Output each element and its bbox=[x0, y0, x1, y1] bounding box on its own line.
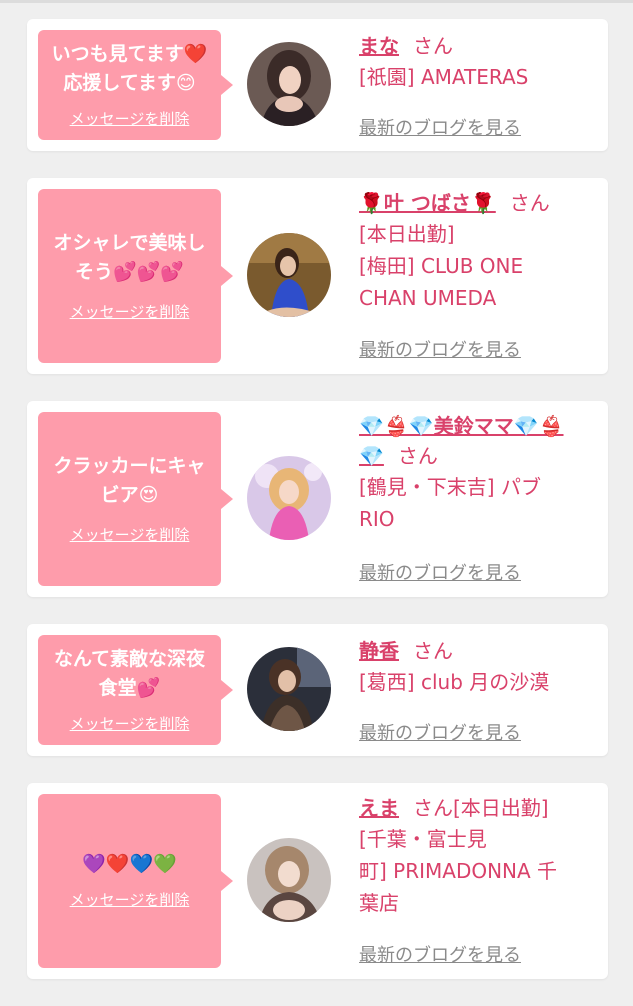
delete-message-link[interactable]: メッセージを削除 bbox=[70, 108, 190, 129]
honorific: さん[本日出勤] bbox=[413, 796, 549, 820]
honorific: さん bbox=[397, 444, 438, 468]
avatar[interactable] bbox=[247, 233, 331, 317]
cast-name-link-continued[interactable]: 💎 bbox=[359, 444, 384, 468]
shop-line: [鶴見・下末吉] パブ bbox=[359, 475, 541, 499]
shop-line: CHAN UMEDA bbox=[359, 286, 497, 310]
delete-message-link[interactable]: メッセージを削除 bbox=[70, 889, 190, 910]
message-card: 💜❤️💙💚 メッセージを削除 えま さん[本日出勤] [千葉・富士見 町] PRI… bbox=[27, 783, 608, 979]
message-bubble: クラッカーにキャ ビア😍 メッセージを削除 bbox=[38, 412, 233, 586]
shop-line: 町] PRIMADONNA 千 bbox=[359, 859, 558, 883]
shop-line: 葉店 bbox=[359, 891, 399, 915]
avatar[interactable] bbox=[247, 838, 331, 922]
message-list: いつも見てます❤️ 応援してます😊 メッセージを削除 まな さん [祇園] AMA… bbox=[27, 19, 608, 1006]
latest-blog-link[interactable]: 最新のブログを見る bbox=[359, 559, 521, 585]
cast-name-link[interactable]: 💎👙💎美鈴ママ💎👙 bbox=[359, 414, 564, 438]
message-card: なんて素敵な深夜 食堂💕 メッセージを削除 静香 さん [葛西] club 月の沙… bbox=[27, 624, 608, 756]
latest-blog-link[interactable]: 最新のブログを見る bbox=[359, 719, 521, 745]
message-card: いつも見てます❤️ 応援してます😊 メッセージを削除 まな さん [祇園] AMA… bbox=[27, 19, 608, 151]
cast-info: まな さん [祇園] AMATERAS bbox=[359, 31, 598, 93]
latest-blog-link[interactable]: 最新のブログを見る bbox=[359, 336, 521, 362]
shop-line: [祇園] AMATERAS bbox=[359, 65, 529, 89]
cast-name-link[interactable]: えま bbox=[359, 796, 399, 820]
avatar[interactable] bbox=[247, 42, 331, 126]
cast-name-link[interactable]: 静香 bbox=[359, 639, 399, 663]
shop-line: [千葉・富士見 bbox=[359, 827, 487, 851]
message-bubble: オシャレで美味し そう💕💕💕 メッセージを削除 bbox=[38, 189, 233, 363]
honorific: さん bbox=[509, 191, 550, 215]
cast-info: 💎👙💎美鈴ママ💎👙 💎 さん [鶴見・下末吉] パブ RIO bbox=[359, 411, 598, 535]
delete-message-link[interactable]: メッセージを削除 bbox=[70, 524, 190, 545]
honorific: さん bbox=[413, 639, 453, 663]
message-bubble: いつも見てます❤️ 応援してます😊 メッセージを削除 bbox=[38, 30, 233, 140]
message-text: なんて素敵な深夜 食堂💕 bbox=[53, 647, 206, 699]
status-line: [本日出勤] bbox=[359, 222, 455, 246]
delete-message-link[interactable]: メッセージを削除 bbox=[70, 301, 190, 322]
latest-blog-link[interactable]: 最新のブログを見る bbox=[359, 114, 521, 140]
message-card: オシャレで美味し そう💕💕💕 メッセージを削除 🌹叶 つばさ🌹 さん [本日出勤]… bbox=[27, 178, 608, 374]
message-text: オシャレで美味し そう💕💕💕 bbox=[53, 231, 206, 283]
message-text: いつも見てます❤️ 応援してます😊 bbox=[51, 42, 208, 94]
shop-line: [葛西] club 月の沙漠 bbox=[359, 670, 550, 694]
latest-blog-link[interactable]: 最新のブログを見る bbox=[359, 941, 521, 967]
avatar[interactable] bbox=[247, 456, 331, 540]
message-card: クラッカーにキャ ビア😍 メッセージを削除 💎👙💎美鈴ママ💎👙 💎 さん [鶴見… bbox=[27, 401, 608, 597]
avatar[interactable] bbox=[247, 647, 331, 731]
cast-info: 🌹叶 つばさ🌹 さん [本日出勤] [梅田] CLUB ONE CHAN UMED… bbox=[359, 188, 598, 314]
cast-name-link[interactable]: 🌹叶 つばさ🌹 bbox=[359, 191, 496, 215]
top-divider bbox=[0, 0, 633, 3]
message-bubble: 💜❤️💙💚 メッセージを削除 bbox=[38, 794, 233, 968]
message-text: クラッカーにキャ ビア😍 bbox=[53, 454, 206, 506]
shop-line: RIO bbox=[359, 507, 395, 531]
honorific: さん bbox=[413, 34, 453, 58]
delete-message-link[interactable]: メッセージを削除 bbox=[70, 713, 190, 734]
shop-line: [梅田] CLUB ONE bbox=[359, 254, 524, 278]
cast-name-link[interactable]: まな bbox=[359, 34, 399, 58]
cast-info: 静香 さん [葛西] club 月の沙漠 bbox=[359, 636, 598, 698]
cast-info: えま さん[本日出勤] [千葉・富士見 町] PRIMADONNA 千 葉店 bbox=[359, 793, 598, 919]
message-bubble: なんて素敵な深夜 食堂💕 メッセージを削除 bbox=[38, 635, 233, 745]
message-text: 💜❤️💙💚 bbox=[82, 853, 177, 875]
